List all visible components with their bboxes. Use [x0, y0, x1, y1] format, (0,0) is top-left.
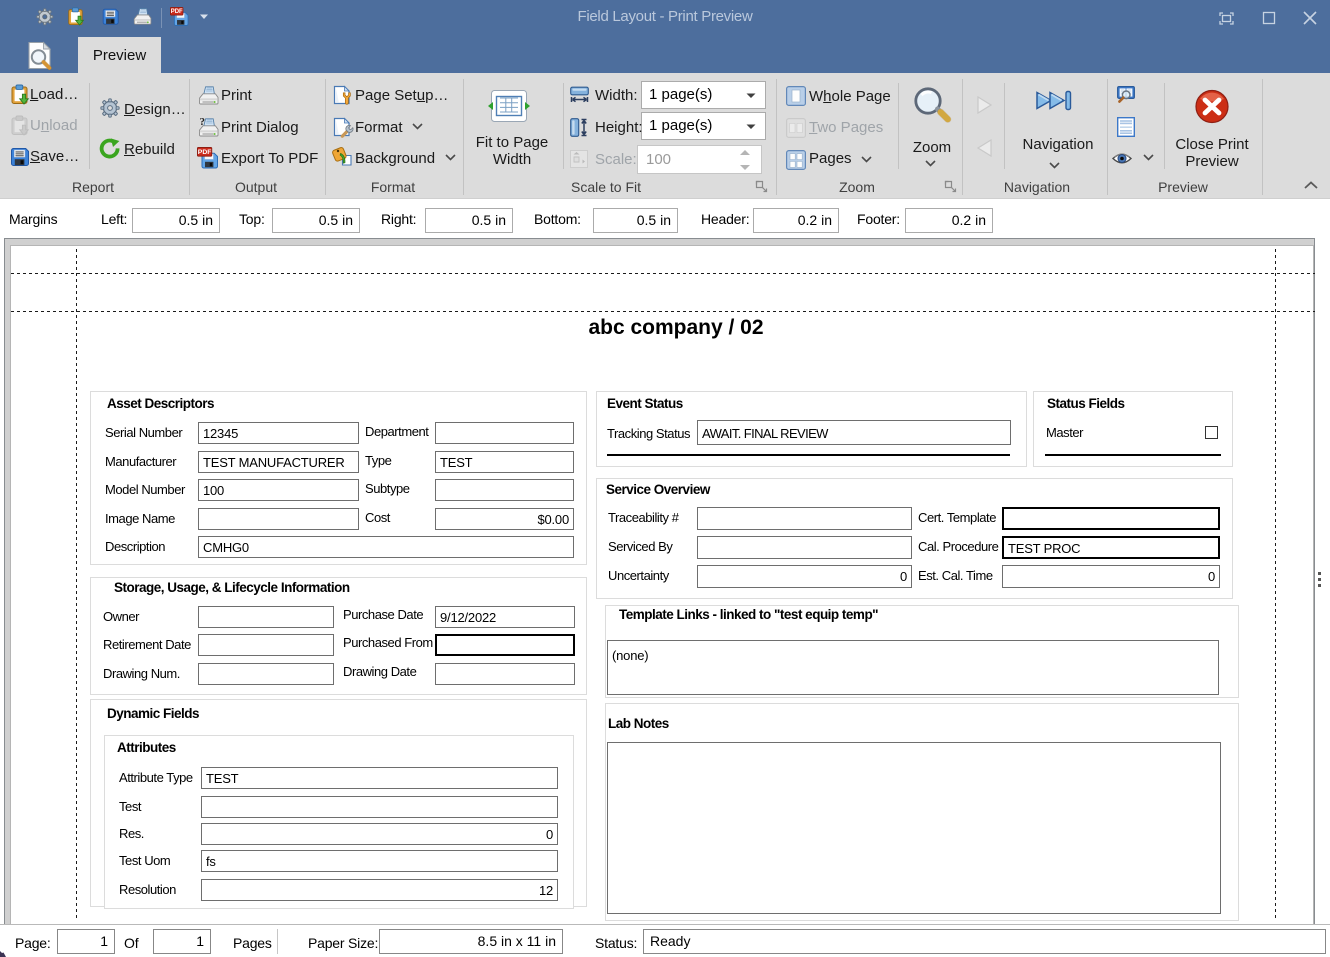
svg-text:?: ? — [200, 116, 206, 128]
